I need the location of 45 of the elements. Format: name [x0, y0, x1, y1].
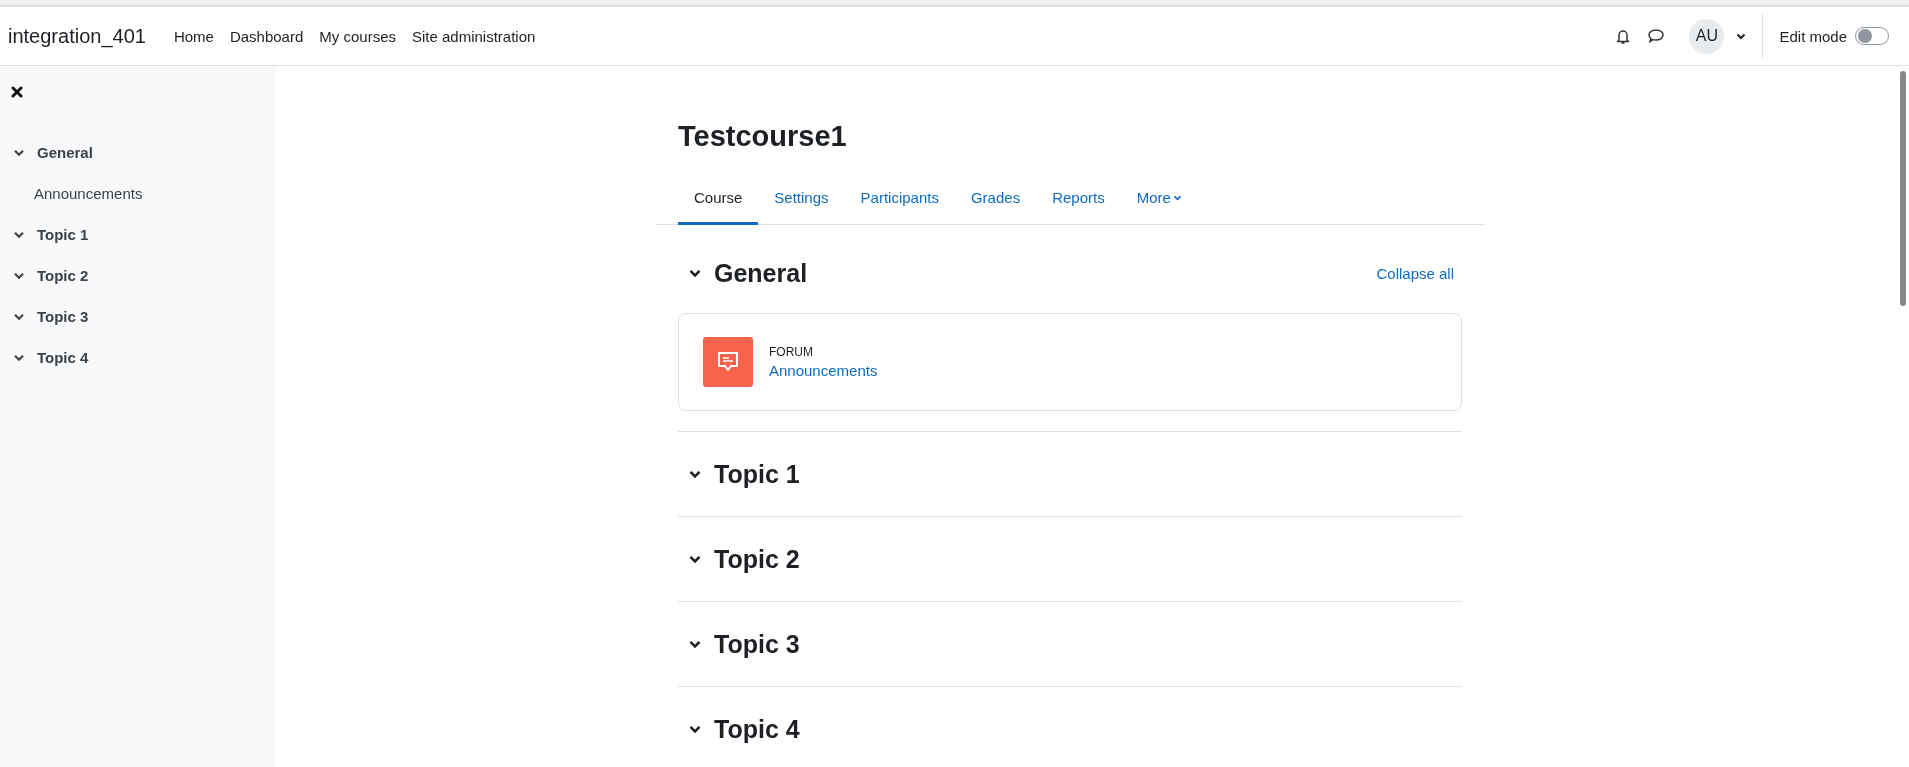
nav-link[interactable]: Site administration	[412, 27, 536, 45]
course-tab[interactable]: Participants	[844, 175, 955, 225]
course-tab[interactable]: Course	[678, 175, 759, 225]
nav-link[interactable]: Home	[173, 27, 214, 45]
chevron-icon[interactable]	[13, 148, 25, 157]
close-icon[interactable]	[11, 86, 23, 98]
caret-icon	[1172, 194, 1182, 201]
chevron-icon[interactable]	[688, 725, 702, 734]
scrollbar[interactable]	[1900, 71, 1906, 306]
chevron-icon[interactable]	[13, 353, 25, 362]
section-link[interactable]: Topic 2	[37, 267, 89, 284]
chevron-icon[interactable]	[688, 640, 702, 649]
section-link[interactable]: Topic 3	[37, 308, 89, 325]
chevron-icon[interactable]	[688, 269, 702, 278]
section-title: General	[714, 259, 808, 288]
course-tab[interactable]: More	[1120, 175, 1198, 225]
section-title: Topic 4	[714, 715, 800, 744]
section-title: Topic 3	[714, 630, 800, 659]
chevron-icon[interactable]	[688, 470, 702, 479]
collapse-all-link[interactable]: Collapse all	[1376, 265, 1454, 282]
activity-type: FORUM	[769, 345, 814, 359]
section-title: Topic 1	[714, 460, 800, 489]
chat-bubble-icon[interactable]	[1647, 28, 1666, 44]
chevron-icon[interactable]	[688, 555, 702, 564]
section-title: Topic 2	[714, 545, 800, 574]
section-link[interactable]: Topic 1	[37, 226, 89, 243]
course-tab[interactable]: Settings	[758, 175, 845, 225]
course-title: Testcourse1	[678, 120, 848, 153]
chevron-icon[interactable]	[13, 271, 25, 280]
user-avatar[interactable]: AU	[1689, 18, 1725, 54]
chevron-icon[interactable]	[13, 230, 25, 239]
bell-icon[interactable]	[1615, 27, 1632, 45]
forum-icon	[703, 337, 753, 387]
chevron-icon[interactable]	[13, 312, 25, 321]
edit-mode-label: Edit mode	[1779, 27, 1847, 45]
nav-link[interactable]: Dashboard	[229, 27, 304, 45]
course-tab[interactable]: Grades	[954, 175, 1037, 225]
activity-link[interactable]: Announcements	[34, 185, 143, 202]
nav-link[interactable]: My courses	[319, 27, 396, 45]
section-link[interactable]: Topic 4	[37, 349, 89, 366]
site-name[interactable]: integration_401	[8, 24, 146, 48]
section-link[interactable]: General	[37, 144, 93, 161]
caret-icon[interactable]	[1736, 32, 1747, 40]
course-tab[interactable]: Reports	[1036, 175, 1121, 225]
activity-link[interactable]: Announcements	[769, 362, 878, 379]
